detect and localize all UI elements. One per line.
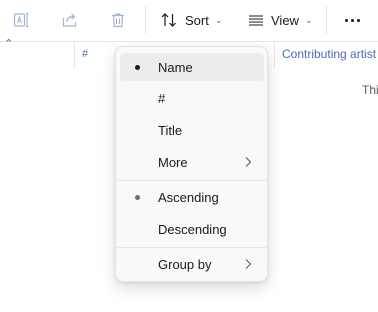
sort-menu: Name # Title More Ascending Descending G…: [115, 46, 268, 282]
menu-separator: [117, 180, 268, 181]
menu-item-label: Descending: [158, 221, 227, 237]
delete-icon[interactable]: [107, 9, 129, 31]
sort-menu-item-ascending[interactable]: Ascending: [120, 183, 264, 211]
column-header-contributing-artist[interactable]: Contributing artist: [282, 47, 376, 61]
sort-menu-item-more[interactable]: More: [120, 148, 264, 176]
column-divider[interactable]: [274, 42, 275, 68]
menu-separator: [117, 247, 268, 248]
sort-menu-item-number[interactable]: #: [120, 84, 264, 112]
menu-item-label: Ascending: [158, 189, 219, 205]
list-cell-text: Thi: [362, 83, 378, 97]
rename-icon[interactable]: [11, 9, 33, 31]
more-options-button[interactable]: [339, 7, 365, 33]
toolbar-separator: [326, 6, 327, 34]
chevron-down-icon: ⌄: [214, 14, 223, 25]
sort-menu-item-descending[interactable]: Descending: [120, 215, 264, 243]
column-header-border: [0, 41, 378, 42]
collapse-caret-icon[interactable]: ⌃: [4, 37, 13, 50]
view-label: View: [271, 12, 299, 28]
command-bar: Sort ⌄ View ⌄: [0, 0, 378, 40]
toolbar-separator: [145, 6, 146, 34]
chevron-right-icon: [245, 259, 252, 269]
sort-button[interactable]: Sort ⌄: [160, 7, 222, 33]
sort-icon: [160, 11, 178, 29]
view-button[interactable]: View ⌄: [248, 7, 313, 33]
share-icon[interactable]: [59, 9, 81, 31]
menu-item-label: More: [158, 154, 188, 170]
sort-menu-item-name[interactable]: Name: [120, 53, 264, 81]
sort-menu-item-group-by[interactable]: Group by: [120, 250, 264, 278]
radio-dot-icon: [135, 65, 140, 70]
sort-label: Sort: [185, 12, 209, 28]
sort-menu-item-title[interactable]: Title: [120, 116, 264, 144]
column-header-number[interactable]: #: [82, 48, 88, 60]
menu-item-label: Group by: [158, 256, 212, 272]
radio-dot-icon: [135, 195, 140, 200]
menu-item-label: #: [158, 90, 166, 106]
column-divider[interactable]: [74, 42, 75, 68]
view-icon: [248, 11, 264, 29]
menu-item-label: Title: [158, 122, 183, 138]
chevron-right-icon: [245, 157, 252, 167]
chevron-down-icon: ⌄: [304, 14, 313, 25]
menu-item-label: Name: [158, 59, 193, 75]
